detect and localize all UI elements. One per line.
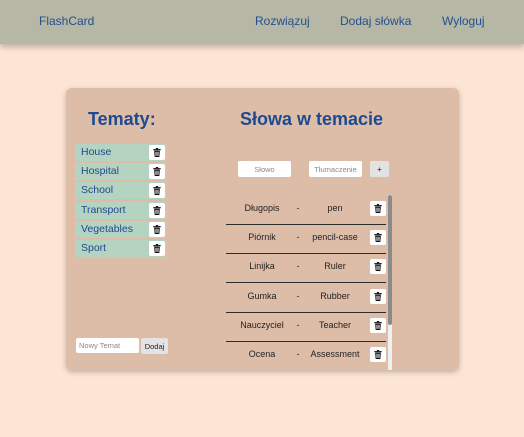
translation-input[interactable] [309,161,362,177]
word-row: Ocena - Assessment [226,341,386,370]
add-word-button[interactable]: + [370,161,389,177]
trash-icon [374,204,382,213]
word-separator: - [296,232,300,243]
delete-topic-button[interactable] [149,164,165,180]
delete-topic-button[interactable] [149,183,165,199]
nav-logout-link[interactable]: Wyloguj [442,14,485,28]
translation-text: Teacher [318,319,352,330]
trash-icon [153,244,161,253]
translation-text: Assessment [310,349,360,359]
new-topic-input[interactable] [76,338,139,353]
word-row: Linijka - Ruler [226,253,386,284]
word-input[interactable] [238,161,291,177]
delete-word-button[interactable] [370,230,386,246]
brand-link[interactable]: FlashCard [39,14,94,28]
trash-icon [153,224,161,234]
word-separator: - [296,290,300,301]
word-separator: - [296,319,300,330]
scrollbar-thumb[interactable] [388,195,392,325]
topics-heading: Tematy: [88,109,156,129]
word-separator: - [296,203,300,213]
topic-label: School [81,184,114,197]
delete-topic-button[interactable] [149,241,165,256]
delete-word-button[interactable] [370,288,386,304]
topic-label: Transport [81,203,126,216]
trash-icon [153,148,161,157]
nav-solve-link[interactable]: Rozwiązuj [255,14,310,28]
trash-icon [153,205,161,215]
trash-icon [153,186,161,196]
delete-word-button[interactable] [370,347,386,362]
trash-icon [153,167,161,177]
navbar: FlashCard Rozwiązuj Dodaj słówka Wyloguj [0,0,524,44]
translation-text: Rubber [320,290,350,301]
word-separator: - [296,261,300,272]
topic-label: Vegetables [81,222,133,235]
translation-text: Ruler [324,261,346,272]
words-heading: Słowa w temacie [240,109,384,129]
word-row: Długopis - pen [226,195,386,225]
word-separator: - [296,349,300,359]
word-text: Gumka [247,290,277,301]
delete-word-button[interactable] [370,317,386,333]
translation-text: pen [327,203,343,213]
topic-label: Sport [81,242,107,254]
trash-icon [374,350,382,359]
nav-add-words-link[interactable]: Dodaj słówka [340,14,411,28]
topic-item[interactable]: Vegetables [75,220,166,238]
main-card: Tematy: Słowa w temacie House Hospital Sch… [66,88,459,370]
topic-item[interactable]: Transport [75,201,166,219]
trash-icon [374,291,382,301]
word-text: Nauczyciel [240,319,284,330]
topic-item[interactable]: Hospital [75,163,166,181]
word-text: Linijka [249,261,275,272]
delete-topic-button[interactable] [149,221,165,237]
word-text: Piórnik [248,232,276,243]
trash-icon [374,233,382,243]
word-list: Długopis - pen Piórnik - pencil-case Linijka - R… [226,195,392,370]
translation-text: pencil-case [312,232,358,243]
topic-item[interactable]: House [75,144,166,161]
word-row: Piórnik - pencil-case [226,224,386,255]
delete-topic-button[interactable] [149,202,165,218]
word-row: Nauczyciel - Teacher [226,312,386,342]
topic-item[interactable]: Sport [75,240,166,257]
topic-label: House [81,146,112,158]
word-list-scrollbar[interactable] [388,195,392,370]
delete-word-button[interactable] [370,259,386,275]
word-text: Ocena [248,349,276,359]
topic-label: Hospital [81,165,119,178]
add-topic-button[interactable]: Dodaj [141,338,168,354]
delete-word-button[interactable] [370,201,386,216]
topic-item[interactable]: School [75,182,166,200]
word-row: Gumka - Rubber [226,283,386,313]
trash-icon [374,262,382,272]
trash-icon [374,320,382,330]
delete-topic-button[interactable] [149,145,165,160]
word-text: Długopis [244,203,280,213]
